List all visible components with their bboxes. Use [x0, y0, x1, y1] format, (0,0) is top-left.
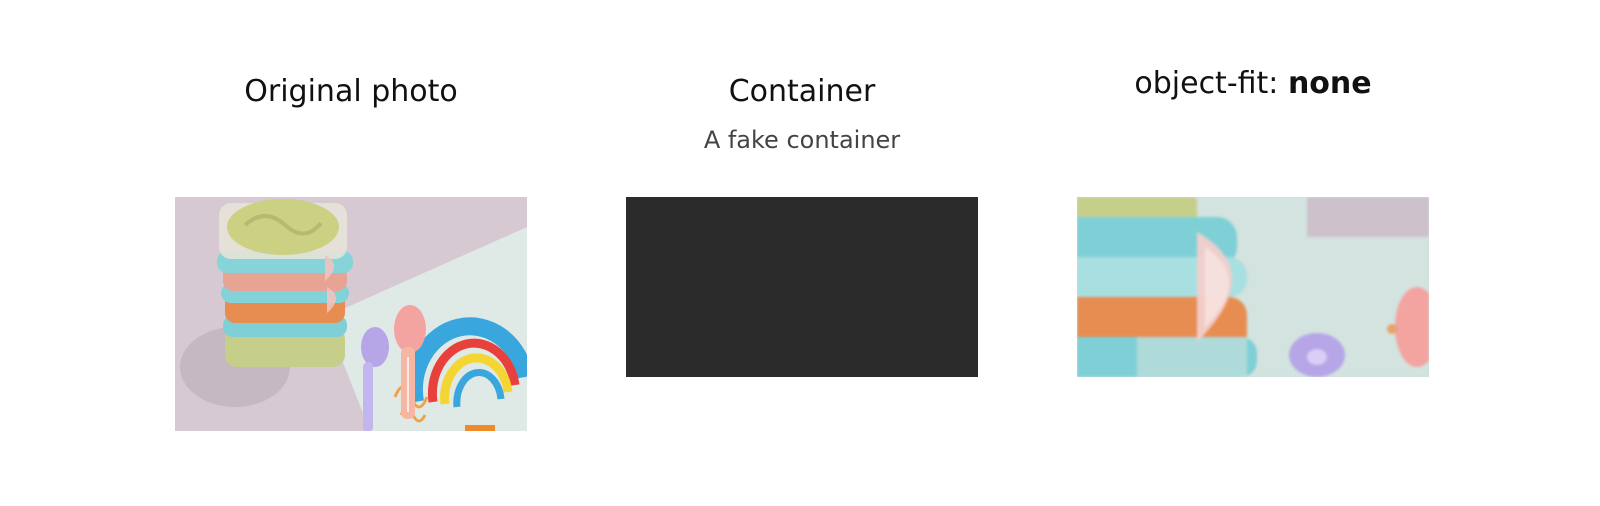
container-subtitle: A fake container: [703, 126, 901, 154]
container-heading: Container: [728, 74, 876, 109]
object-fit-label: object-fit:: [1134, 66, 1288, 101]
object-fit-demo: Original photo Container A fake containe…: [0, 0, 1600, 506]
original-photo-heading: Original photo: [244, 74, 458, 109]
fake-container-box: [626, 197, 978, 377]
original-photo: [175, 197, 527, 431]
object-fit-none-heading: object-fit: none: [1077, 66, 1429, 101]
object-fit-value: none: [1287, 66, 1372, 101]
object-fit-none-photo: [1077, 197, 1429, 377]
